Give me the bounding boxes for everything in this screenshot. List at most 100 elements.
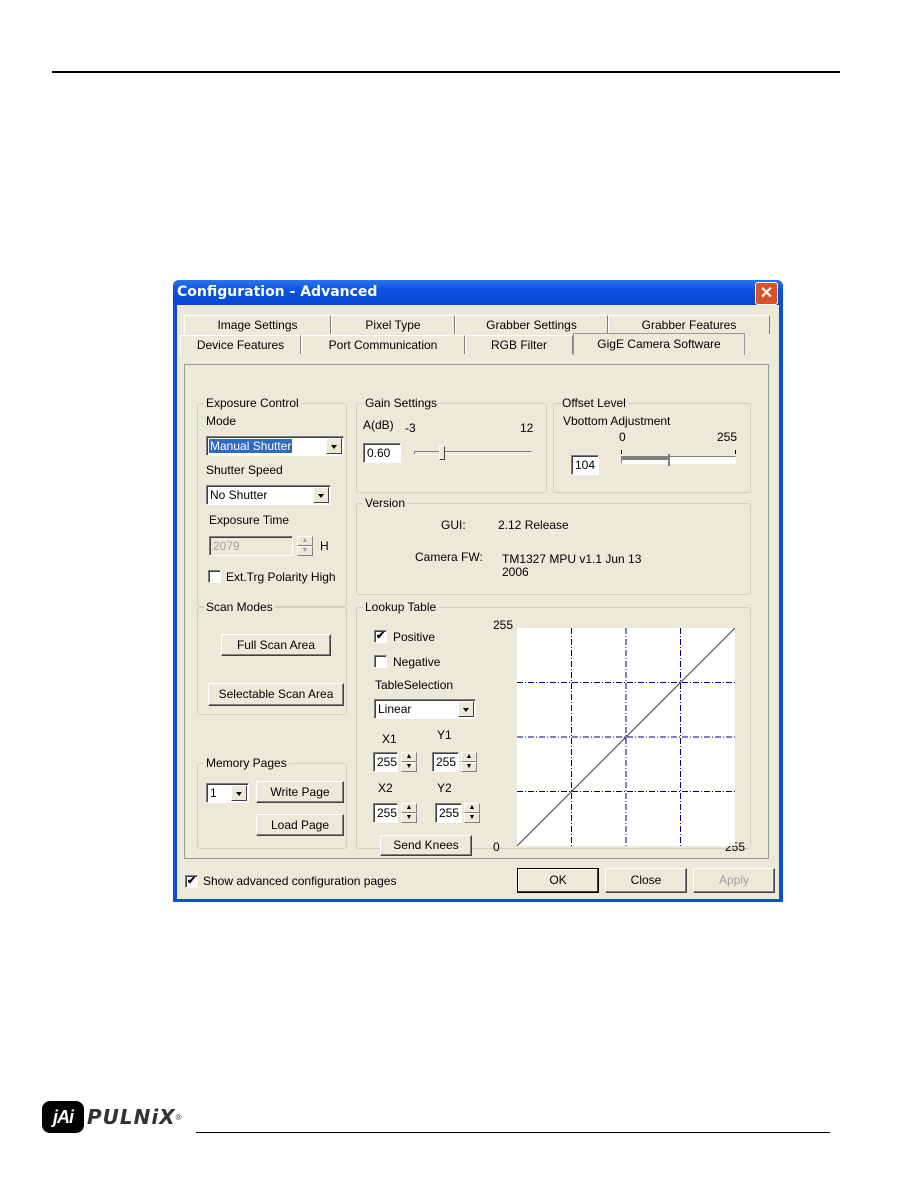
spin-down-icon[interactable]: ▼: [461, 762, 477, 772]
lookup-table-plot[interactable]: [517, 628, 735, 846]
shutter-speed-value: No Shutter: [210, 488, 268, 502]
gain-settings-group: Gain Settings A(dB) -3 12 0.60: [356, 396, 547, 493]
offset-input[interactable]: 104: [571, 455, 599, 475]
offset-tick-min: [621, 450, 622, 454]
tab-grabber-features[interactable]: Grabber Features: [608, 315, 770, 334]
y2-spinner[interactable]: ▲ ▼: [464, 803, 480, 823]
tab-gige-camera-software[interactable]: GigE Camera Software: [573, 333, 745, 355]
close-icon: ✕: [759, 285, 774, 302]
scan-modes-title: Scan Modes: [204, 600, 275, 614]
x2-label: X2: [378, 781, 393, 795]
tab-label: Image Settings: [217, 318, 298, 332]
gain-settings-title: Gain Settings: [363, 396, 440, 410]
show-advanced-checkbox[interactable]: ✔: [185, 875, 198, 888]
spin-up-icon[interactable]: ▲: [401, 803, 417, 813]
spin-down-icon[interactable]: ▼: [401, 762, 417, 772]
full-scan-area-button[interactable]: Full Scan Area: [221, 634, 331, 656]
x1-input[interactable]: 255: [373, 752, 398, 772]
shutter-speed-select[interactable]: No Shutter: [206, 485, 331, 505]
spin-down-icon[interactable]: ▼: [401, 813, 417, 823]
tab-label: Port Communication: [328, 338, 438, 352]
jai-logo-badge: jAi: [42, 1101, 84, 1133]
load-page-label: Load Page: [270, 818, 330, 832]
mode-select-value: Manual Shutter: [209, 439, 293, 453]
gain-slider-track[interactable]: [414, 451, 532, 455]
negative-checkbox[interactable]: [374, 655, 387, 668]
mode-select[interactable]: Manual Shutter: [206, 436, 344, 456]
positive-checkbox[interactable]: ✔: [374, 630, 387, 643]
write-page-button[interactable]: Write Page: [256, 781, 344, 803]
gain-min-label: -3: [405, 421, 416, 435]
title-bar[interactable]: Configuration - Advanced ✕: [173, 280, 783, 305]
apply-label: Apply: [718, 873, 750, 887]
offset-level-title: Offset Level: [560, 396, 628, 410]
page-header-rule: [52, 71, 840, 73]
y1-value: 255: [436, 755, 457, 769]
selectable-scan-area-button[interactable]: Selectable Scan Area: [208, 683, 344, 706]
offset-slider-track[interactable]: [621, 456, 736, 464]
exposure-unit-label: H: [320, 539, 329, 553]
show-advanced-label: Show advanced configuration pages: [203, 874, 397, 888]
shutter-speed-label: Shutter Speed: [206, 463, 283, 477]
tab-pixel-type[interactable]: Pixel Type: [331, 315, 455, 334]
tab-device-features[interactable]: Device Features: [180, 335, 301, 354]
exposure-control-group: Exposure Control Mode Manual Shutter Shu…: [197, 396, 347, 607]
page-footer-rule: [196, 1132, 830, 1133]
chevron-down-icon[interactable]: [326, 438, 342, 454]
x2-value: 255: [377, 806, 398, 820]
camera-fw-label: Camera FW:: [415, 550, 483, 564]
spin-up-icon[interactable]: ▲: [464, 803, 480, 813]
window-title: Configuration - Advanced: [177, 284, 378, 300]
spin-down-icon[interactable]: ▼: [464, 813, 480, 823]
spin-up-icon[interactable]: ▲: [461, 752, 477, 762]
gain-input[interactable]: 0.60: [363, 443, 401, 463]
pulnix-logo: jAi PULNiX ®: [42, 1100, 182, 1134]
table-selection-label: TableSelection: [375, 678, 454, 692]
table-selection-select[interactable]: Linear: [374, 699, 476, 719]
tab-label: Grabber Settings: [486, 318, 577, 332]
close-button[interactable]: Close: [605, 868, 687, 893]
y1-spinner[interactable]: ▲ ▼: [461, 752, 477, 772]
lut-axis-origin-label: 0: [493, 840, 500, 854]
ok-button[interactable]: OK: [517, 868, 599, 893]
x2-spinner[interactable]: ▲ ▼: [401, 803, 417, 823]
spin-down-icon[interactable]: ▼: [297, 546, 313, 556]
y2-input[interactable]: 255: [435, 803, 462, 823]
close-window-button[interactable]: ✕: [755, 282, 778, 305]
chevron-down-icon[interactable]: [231, 785, 247, 801]
chevron-down-icon[interactable]: [458, 701, 474, 717]
memory-page-select[interactable]: 1: [206, 783, 249, 803]
exposure-time-label: Exposure Time: [209, 513, 290, 527]
load-page-button[interactable]: Load Page: [256, 814, 344, 836]
spin-up-icon[interactable]: ▲: [297, 536, 313, 546]
table-selection-value: Linear: [378, 702, 412, 716]
tab-image-settings[interactable]: Image Settings: [184, 315, 331, 334]
tab-grabber-settings[interactable]: Grabber Settings: [455, 315, 608, 334]
apply-button[interactable]: Apply: [693, 868, 775, 893]
lut-curve: [517, 628, 735, 846]
gain-slider-thumb[interactable]: [439, 446, 446, 460]
write-page-label: Write Page: [270, 785, 330, 799]
tab-label: Device Features: [196, 338, 285, 352]
tab-port-communication[interactable]: Port Communication: [301, 335, 465, 354]
vbottom-adjustment-label: Vbottom Adjustment: [563, 414, 671, 428]
tab-rgb-filter[interactable]: RGB Filter: [465, 335, 573, 354]
x1-spinner[interactable]: ▲ ▼: [401, 752, 417, 772]
x2-input[interactable]: 255: [373, 803, 398, 823]
offset-slider-thumb[interactable]: [667, 454, 670, 466]
gain-value: 0.60: [367, 446, 391, 460]
positive-label: Positive: [393, 630, 436, 644]
lookup-table-title: Lookup Table: [363, 600, 439, 614]
exposure-time-input[interactable]: 2079: [209, 536, 293, 556]
send-knees-button[interactable]: Send Knees: [380, 835, 472, 856]
y2-value: 255: [439, 806, 460, 820]
spin-up-icon[interactable]: ▲: [401, 752, 417, 762]
ext-trg-polarity-checkbox[interactable]: [208, 570, 221, 583]
tab-label: RGB Filter: [490, 338, 547, 352]
gui-version-value: 2.12 Release: [498, 518, 569, 532]
gige-camera-software-panel: Exposure Control Mode Manual Shutter Shu…: [184, 364, 769, 859]
exposure-time-spinner[interactable]: ▲ ▼: [297, 536, 313, 556]
offset-slider-fill: [622, 457, 669, 460]
y1-input[interactable]: 255: [432, 752, 459, 772]
chevron-down-icon[interactable]: [313, 487, 329, 503]
